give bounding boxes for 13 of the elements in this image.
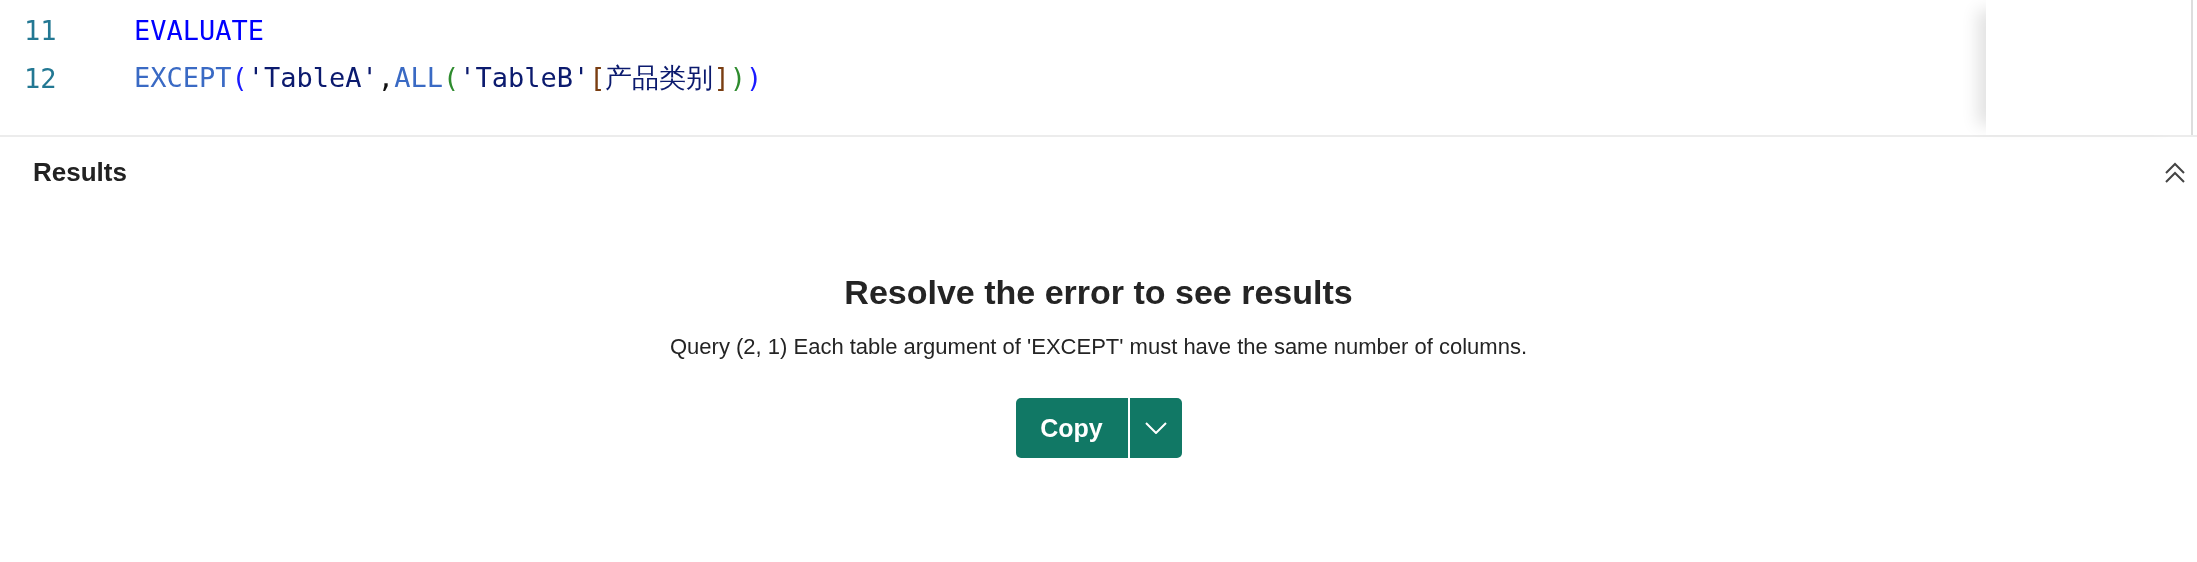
results-title: Results [33, 157, 127, 188]
dropdown-button[interactable] [1127, 398, 1182, 458]
chevron-down-icon [1144, 422, 1167, 434]
error-heading: Resolve the error to see results [844, 273, 1353, 312]
code-line: EXCEPT('TableA',ALL('TableB'[产品类别])) [134, 61, 763, 95]
code-editor[interactable]: 11 EVALUATE 12 EXCEPT('TableA',ALL('TableB'[产品类别])) [0, 0, 1986, 135]
copy-button[interactable]: Copy [1015, 398, 1128, 458]
double-chevron-icon [2163, 160, 2187, 185]
code-line: EVALUATE [134, 14, 265, 46]
line-number: 11 [23, 14, 58, 46]
line-number: 12 [23, 62, 58, 94]
error-message: Query (2, 1) Each table argument of 'EXCEPT' must have the same number of columns. [670, 334, 1527, 360]
collapse-button[interactable] [2163, 160, 2187, 185]
